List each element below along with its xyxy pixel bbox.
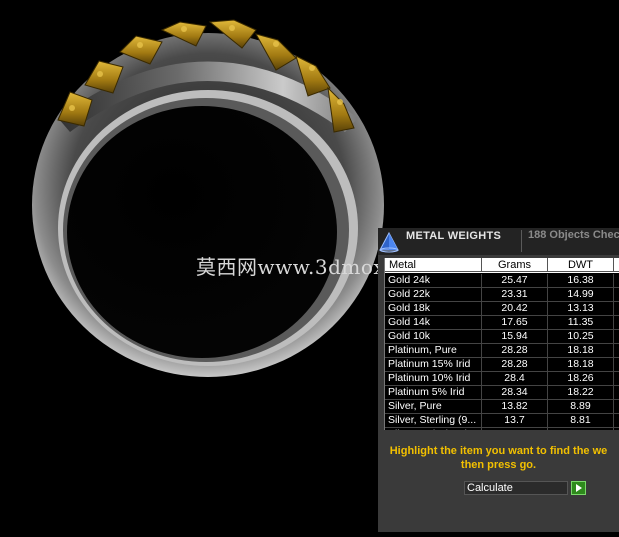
instructions-line-2: then press go.	[460, 459, 537, 471]
cell-grams: 13.59	[482, 428, 548, 430]
cell-metal: Gold 14k	[385, 316, 482, 329]
table-row[interactable]: Gold 18k 20.42 13.13	[385, 302, 619, 316]
table-row[interactable]: Platinum 15% Irid 28.28 18.18	[385, 358, 619, 372]
table-row[interactable]: Gold 22k 23.31 14.99	[385, 288, 619, 302]
cell-extra	[614, 386, 619, 399]
cell-grams: 28.28	[482, 358, 548, 371]
cell-grams: 17.65	[482, 316, 548, 329]
cell-extra	[614, 316, 619, 329]
instructions-line-1: Highlight the item you want to find the …	[389, 445, 608, 457]
cell-grams: 25.47	[482, 274, 548, 287]
table-row[interactable]: Platinum, Pure 28.28 18.18	[385, 344, 619, 358]
metal-weights-table[interactable]: Metal Grams DWT Gold 24k 25.47 16.38 Gold 2…	[384, 258, 619, 430]
panel-title: METAL WEIGHTS	[406, 230, 502, 242]
calculate-dropdown[interactable]: Calculate	[464, 481, 568, 495]
cell-metal: Silver, Sterling (9...	[385, 414, 482, 427]
column-header-extra	[614, 258, 619, 272]
cell-metal: Gold 10k	[385, 330, 482, 343]
cell-extra	[614, 288, 619, 301]
cell-dwt: 13.13	[548, 302, 614, 315]
cell-extra	[614, 302, 619, 315]
cell-dwt: 11.35	[548, 316, 614, 329]
table-row[interactable]: Gold 10k 15.94 10.25	[385, 330, 619, 344]
watermark-text: 莫西网www.3dmox.	[196, 255, 393, 279]
cell-metal: Silver, Pure	[385, 400, 482, 413]
objects-checked-count: 188 Objects Checked	[528, 229, 619, 241]
cell-extra	[614, 400, 619, 413]
cell-grams: 28.34	[482, 386, 548, 399]
table-header: Metal Grams DWT	[385, 258, 619, 273]
cell-metal: Gold 22k	[385, 288, 482, 301]
cell-dwt: 10.25	[548, 330, 614, 343]
cell-grams: 28.28	[482, 344, 548, 357]
cell-grams: 28.4	[482, 372, 548, 385]
column-header-grams[interactable]: Grams	[482, 258, 548, 272]
table-row[interactable]: Silver, Coin (900)13.598.74	[385, 428, 619, 430]
cell-extra	[614, 428, 619, 430]
cell-dwt: 8.89	[548, 400, 614, 413]
table-row[interactable]: Silver, Pure 13.82 8.89	[385, 400, 619, 414]
cell-grams: 23.31	[482, 288, 548, 301]
pyramid-logo-icon	[379, 231, 399, 253]
cell-dwt: 18.26	[548, 372, 614, 385]
cell-dwt: 16.38	[548, 274, 614, 287]
panel-header: METAL WEIGHTS 188 Objects Checked	[378, 228, 619, 255]
cell-dwt: 18.18	[548, 344, 614, 357]
cell-metal: Gold 24k	[385, 274, 482, 287]
column-header-dwt[interactable]: DWT	[548, 258, 614, 272]
table-body: Gold 24k 25.47 16.38 Gold 22k 23.31 14.99 Gold…	[385, 274, 619, 430]
cell-extra	[614, 358, 619, 371]
table-row[interactable]: Platinum 5% Irid 28.34 18.22	[385, 386, 619, 400]
instructions-text: Highlight the item you want to find the …	[378, 444, 619, 472]
cell-metal: Silver, Coin (900)	[385, 428, 482, 430]
cell-grams: 15.94	[482, 330, 548, 343]
header-divider	[521, 230, 522, 252]
table-row[interactable]: Gold 24k 25.47 16.38	[385, 274, 619, 288]
cell-metal: Platinum 15% Irid	[385, 358, 482, 371]
cell-dwt: 8.81	[548, 414, 614, 427]
table-row[interactable]: Platinum 10% Irid 28.4 18.26	[385, 372, 619, 386]
table-row[interactable]: Silver, Sterling (9... 13.7 8.81	[385, 414, 619, 428]
cell-grams: 13.82	[482, 400, 548, 413]
cell-metal: Gold 18k	[385, 302, 482, 315]
cell-metal: Platinum 5% Irid	[385, 386, 482, 399]
cell-metal: Platinum, Pure	[385, 344, 482, 357]
go-button[interactable]	[571, 481, 586, 495]
cell-dwt: 8.74	[548, 428, 614, 430]
cell-extra	[614, 330, 619, 343]
cell-dwt: 14.99	[548, 288, 614, 301]
cell-grams: 20.42	[482, 302, 548, 315]
cell-extra	[614, 274, 619, 287]
cell-extra	[614, 372, 619, 385]
table-row[interactable]: Gold 14k 17.65 11.35	[385, 316, 619, 330]
cell-dwt: 18.18	[548, 358, 614, 371]
column-header-metal[interactable]: Metal	[385, 258, 482, 272]
cell-dwt: 18.22	[548, 386, 614, 399]
metal-weights-panel: METAL WEIGHTS 188 Objects Checked Metal …	[378, 228, 619, 532]
cell-grams: 13.7	[482, 414, 548, 427]
cell-extra	[614, 414, 619, 427]
cell-metal: Platinum 10% Irid	[385, 372, 482, 385]
cell-extra	[614, 344, 619, 357]
